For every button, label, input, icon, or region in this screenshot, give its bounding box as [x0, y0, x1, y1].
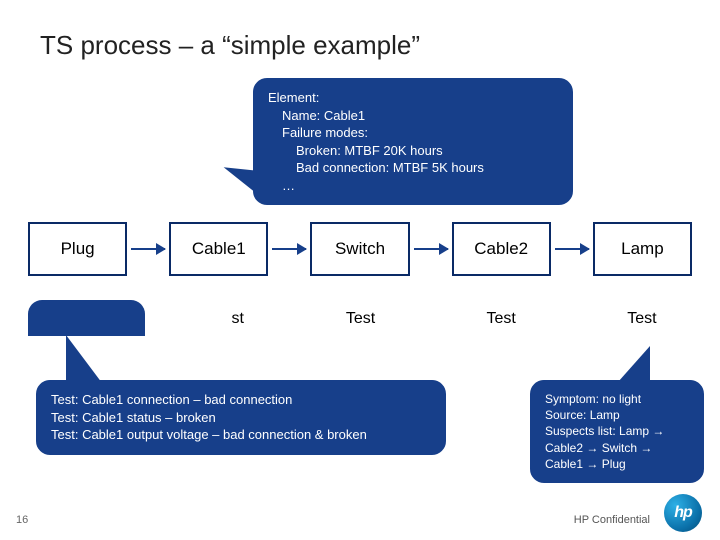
- callout-line: Name: Cable1: [268, 107, 558, 125]
- hp-logo-icon: hp: [664, 494, 702, 532]
- arrow-icon: [555, 248, 589, 250]
- slide-title: TS process – a “simple example”: [40, 30, 420, 61]
- flow-chain: Plug Cable1 Switch Cable2 Lamp: [28, 222, 692, 276]
- confidential-label: HP Confidential: [574, 514, 650, 526]
- callout-line: …: [268, 177, 558, 195]
- node-cable1: Cable1: [169, 222, 268, 276]
- arrow-icon: [272, 248, 306, 250]
- test-label: Test: [310, 310, 410, 328]
- callout-line: Test: Cable1 output voltage – bad connec…: [51, 427, 367, 442]
- node-cable2: Cable2: [452, 222, 551, 276]
- hp-logo-text: hp: [674, 504, 692, 522]
- callout-line: Element:: [268, 90, 319, 105]
- callout-line: Failure modes:: [268, 124, 558, 142]
- callout-line: Bad connection: MTBF 5K hours: [268, 159, 558, 177]
- element-callout: Element: Name: Cable1 Failure modes: Bro…: [253, 78, 573, 205]
- node-label: Switch: [335, 239, 385, 259]
- node-label: Plug: [61, 239, 95, 259]
- callout-tail: [66, 335, 102, 383]
- symptom-callout: Symptom: no light Source: Lamp Suspects …: [530, 380, 704, 483]
- callout-tail: [618, 346, 650, 382]
- callout-line: Cable1 → Plug: [545, 457, 626, 471]
- callout-overlap: [28, 300, 145, 336]
- callout-line: Source: Lamp: [545, 408, 620, 422]
- node-switch: Switch: [310, 222, 409, 276]
- page-number: 16: [16, 514, 28, 526]
- callout-line: Suspects list: Lamp →: [545, 424, 664, 438]
- test-label: Test: [592, 310, 692, 328]
- node-label: Cable2: [474, 239, 528, 259]
- test-label: Test: [451, 310, 551, 328]
- test-label-partial: st: [169, 310, 270, 328]
- callout-line: Cable2 → Switch →: [545, 441, 652, 455]
- callout-line: Test: Cable1 status – broken: [51, 410, 216, 425]
- node-label: Lamp: [621, 239, 664, 259]
- callout-line: Symptom: no light: [545, 392, 641, 406]
- node-lamp: Lamp: [593, 222, 692, 276]
- arrow-icon: [414, 248, 448, 250]
- callout-line: Broken: MTBF 20K hours: [268, 142, 558, 160]
- arrow-icon: [131, 248, 165, 250]
- tests-callout: Test: Cable1 connection – bad connection…: [36, 380, 446, 455]
- node-label: Cable1: [192, 239, 246, 259]
- node-plug: Plug: [28, 222, 127, 276]
- callout-line: Test: Cable1 connection – bad connection: [51, 392, 292, 407]
